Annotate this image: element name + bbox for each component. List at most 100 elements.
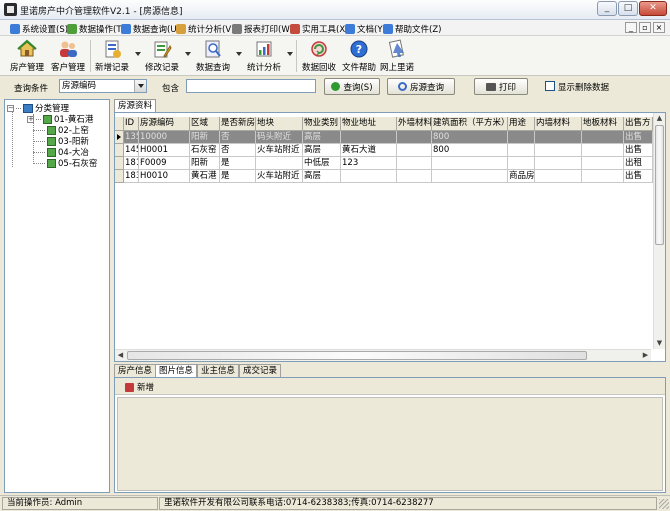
- menu-data-query[interactable]: 数据查询(U): [121, 22, 180, 35]
- cell-id[interactable]: 145: [124, 144, 139, 157]
- column-header[interactable]: 是否新房: [220, 117, 256, 131]
- mdi-minimize-button[interactable]: _: [625, 22, 637, 33]
- cell-floor-material[interactable]: [582, 170, 624, 183]
- cell-address[interactable]: 123: [341, 157, 397, 170]
- cell-plot[interactable]: 码头附近: [256, 131, 303, 144]
- horizontal-scroll-thumb[interactable]: [127, 351, 587, 360]
- mdi-close-button[interactable]: ×: [653, 22, 665, 33]
- print-button[interactable]: 打印: [474, 78, 528, 95]
- cell-exterior[interactable]: [397, 144, 432, 157]
- cell-property-type[interactable]: 高层: [303, 144, 341, 157]
- house-query-button[interactable]: 房源查询: [387, 78, 455, 95]
- column-header[interactable]: 地块: [256, 117, 303, 131]
- cell-area[interactable]: 石灰窑: [190, 144, 220, 157]
- cell-floor-material[interactable]: [582, 157, 624, 170]
- minimize-button[interactable]: _: [597, 1, 617, 16]
- tab-house-info[interactable]: 房产信息: [114, 364, 157, 377]
- menu-system-settings[interactable]: 系统设置(S): [10, 22, 68, 35]
- cell-address[interactable]: [341, 131, 397, 144]
- cell-sale-type[interactable]: 出售: [624, 170, 653, 183]
- mdi-restore-button[interactable]: ▫: [639, 22, 651, 33]
- cell-new[interactable]: 否: [220, 131, 256, 144]
- new-record-dropdown-arrow[interactable]: [135, 52, 141, 56]
- edit-record-dropdown-arrow[interactable]: [185, 52, 191, 56]
- cell-new[interactable]: 否: [220, 144, 256, 157]
- column-header[interactable]: 地板材料: [582, 117, 624, 131]
- cell-exterior[interactable]: [397, 131, 432, 144]
- cell-area[interactable]: 阳新: [190, 157, 220, 170]
- cell-plot[interactable]: [256, 157, 303, 170]
- table-row[interactable]: 183 H0010 黄石港 是 火车站附近 高层 商品房 出售: [115, 170, 653, 183]
- cell-usage[interactable]: [508, 131, 535, 144]
- cell-interior[interactable]: [535, 170, 582, 183]
- menu-statistics[interactable]: 统计分析(V): [176, 22, 234, 35]
- cell-plot[interactable]: 火车站附近: [256, 170, 303, 183]
- menu-utility-tools[interactable]: 实用工具(X): [290, 22, 348, 35]
- column-header[interactable]: 建筑面积（平方米）: [432, 117, 508, 131]
- cell-new[interactable]: 是: [220, 157, 256, 170]
- cell-usage[interactable]: [508, 144, 535, 157]
- cell-property-type[interactable]: 高层: [303, 170, 341, 183]
- cell-new[interactable]: 是: [220, 170, 256, 183]
- cell-id[interactable]: 183: [124, 170, 139, 183]
- new-record-button[interactable]: 新增记录: [93, 38, 131, 74]
- expand-icon[interactable]: +: [27, 115, 34, 123]
- cell-floor-area[interactable]: 800: [432, 131, 508, 144]
- cell-usage[interactable]: 商品房: [508, 170, 535, 183]
- column-header[interactable]: 内墙材料: [535, 117, 582, 131]
- cell-address[interactable]: [341, 170, 397, 183]
- column-header[interactable]: ID: [124, 117, 139, 131]
- data-query-button[interactable]: 数据查询: [194, 38, 232, 74]
- statistics-button[interactable]: 统计分析: [245, 38, 283, 74]
- close-button[interactable]: ✕: [639, 1, 667, 16]
- cell-code[interactable]: F0009: [139, 157, 190, 170]
- cell-property-type[interactable]: 高层: [303, 131, 341, 144]
- cell-interior[interactable]: [535, 144, 582, 157]
- maximize-button[interactable]: □: [618, 1, 638, 16]
- chevron-down-icon[interactable]: [134, 80, 146, 92]
- data-recycle-button[interactable]: 数据回收: [300, 38, 338, 74]
- cell-code[interactable]: H0001: [139, 144, 190, 157]
- cell-code[interactable]: 10000: [139, 131, 190, 144]
- table-row[interactable]: 181 F0009 阳新 是 中低层 123 出租: [115, 157, 653, 170]
- column-header[interactable]: 外墙材料: [397, 117, 432, 131]
- table-row[interactable]: 135 10000 阳新 否 码头附近 高层 800 出售: [115, 131, 653, 144]
- cell-sale-type[interactable]: 出租: [624, 157, 653, 170]
- data-query-dropdown-arrow[interactable]: [236, 52, 242, 56]
- column-header[interactable]: 区域: [190, 117, 220, 131]
- menu-document[interactable]: 文档(Y): [345, 22, 386, 35]
- column-header[interactable]: 出售方: [624, 117, 653, 131]
- table-row[interactable]: 145 H0001 石灰窑 否 火车站附近 高层 黄石大道 800 出售: [115, 144, 653, 157]
- query-button[interactable]: 查询(S): [324, 78, 380, 95]
- column-header[interactable]: 房源编码: [139, 117, 190, 131]
- cell-code[interactable]: H0010: [139, 170, 190, 183]
- cell-plot[interactable]: 火车站附近: [256, 144, 303, 157]
- edit-record-button[interactable]: 修改记录: [143, 38, 181, 74]
- add-picture-button[interactable]: 新增: [125, 381, 154, 393]
- scroll-up-icon[interactable]: ▲: [654, 113, 665, 124]
- show-deleted-checkbox[interactable]: [545, 81, 555, 91]
- cell-area[interactable]: 阳新: [190, 131, 220, 144]
- file-help-button[interactable]: ? 文件帮助: [340, 38, 378, 74]
- cell-property-type[interactable]: 中低层: [303, 157, 341, 170]
- cell-id[interactable]: 135: [124, 131, 139, 144]
- cell-sale-type[interactable]: 出售: [624, 131, 653, 144]
- cell-area[interactable]: 黄石港: [190, 170, 220, 183]
- scroll-right-icon[interactable]: ▶: [640, 350, 651, 361]
- tab-house-source[interactable]: 房源资料: [114, 99, 157, 112]
- contains-input[interactable]: [186, 79, 316, 93]
- menu-data-operation[interactable]: 数据操作(T): [67, 22, 125, 35]
- cell-floor-material[interactable]: [582, 131, 624, 144]
- cell-address[interactable]: 黄石大道: [341, 144, 397, 157]
- statistics-dropdown-arrow[interactable]: [287, 52, 293, 56]
- cell-floor-area[interactable]: [432, 170, 508, 183]
- cell-interior[interactable]: [535, 157, 582, 170]
- scroll-left-icon[interactable]: ◀: [115, 350, 126, 361]
- customer-management-button[interactable]: 客户管理: [49, 38, 87, 74]
- cell-exterior[interactable]: [397, 170, 432, 183]
- cell-floor-area[interactable]: [432, 157, 508, 170]
- column-header[interactable]: 物业类别: [303, 117, 341, 131]
- vertical-scrollbar[interactable]: ▲ ▼: [653, 113, 665, 349]
- tree-item-05[interactable]: 05-石灰窑: [33, 157, 97, 169]
- cell-usage[interactable]: [508, 157, 535, 170]
